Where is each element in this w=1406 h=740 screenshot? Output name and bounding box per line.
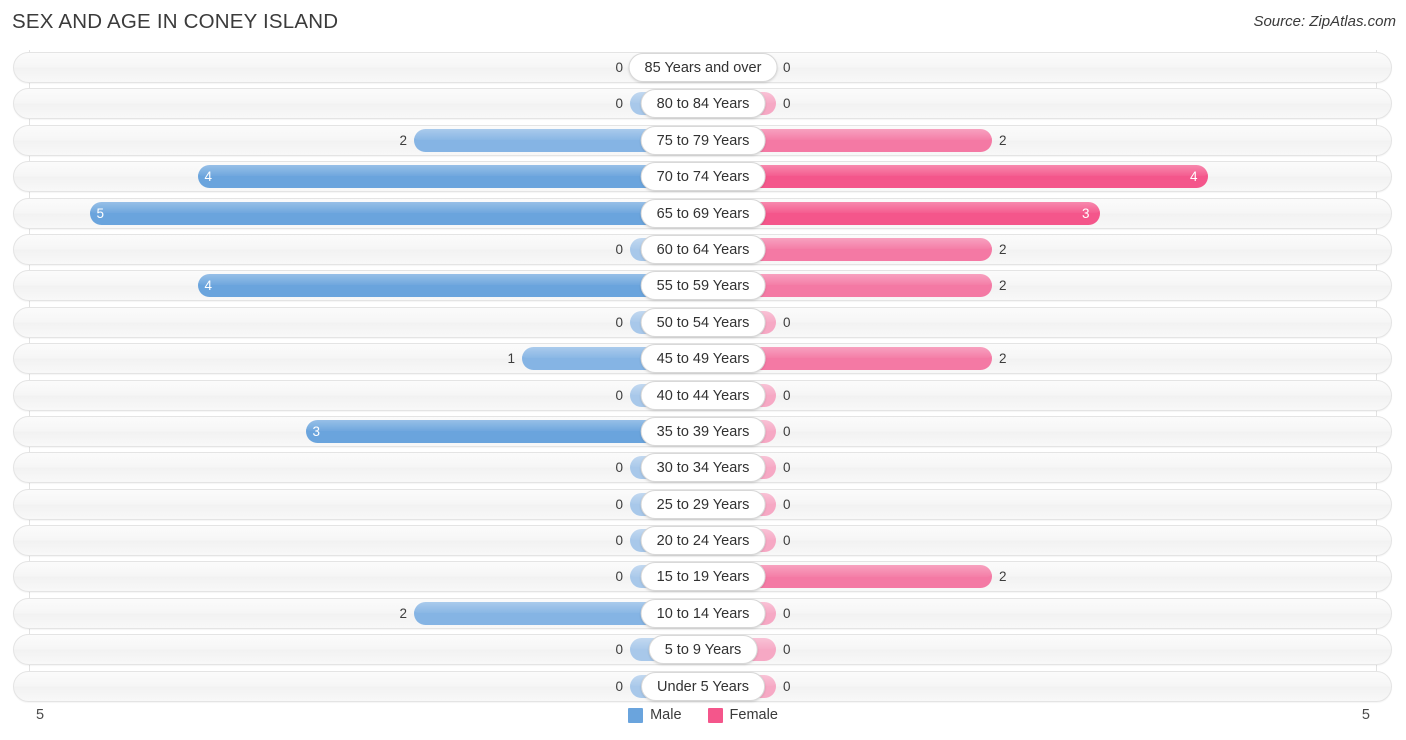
female-value-label: 2 bbox=[999, 132, 1007, 148]
age-group-label: 70 to 74 Years bbox=[640, 162, 766, 192]
male-value-label: 0 bbox=[615, 60, 623, 75]
male-value-label: 2 bbox=[399, 132, 407, 148]
age-group-label: Under 5 Years bbox=[641, 671, 765, 701]
age-group-row: 0 0 80 to 84 Years bbox=[0, 86, 1406, 122]
age-group-label: 20 to 24 Years bbox=[640, 526, 766, 556]
male-value-label: 0 bbox=[615, 496, 623, 512]
bar-highlight bbox=[90, 201, 703, 213]
male-value-label: 0 bbox=[615, 314, 623, 330]
legend-label-male: Male bbox=[650, 707, 682, 723]
bar-highlight bbox=[198, 165, 703, 177]
age-group-row: 2 2 75 to 79 Years bbox=[0, 123, 1406, 159]
age-group-label: 45 to 49 Years bbox=[640, 344, 766, 374]
male-value-label: 1 bbox=[507, 351, 515, 367]
age-group-label: 75 to 79 Years bbox=[640, 125, 766, 155]
male-value-label: 0 bbox=[615, 241, 623, 257]
age-group-row: 0 0 25 to 29 Years bbox=[0, 487, 1406, 523]
age-group-label: 65 to 69 Years bbox=[640, 198, 766, 228]
age-group-label: 35 to 39 Years bbox=[640, 416, 766, 446]
female-bar[interactable] bbox=[703, 165, 1208, 189]
chart-legend: Male Female bbox=[0, 707, 1406, 723]
legend-item-female[interactable]: Female bbox=[707, 707, 778, 723]
female-value-label: 0 bbox=[783, 642, 791, 658]
age-group-label: 5 to 9 Years bbox=[648, 635, 758, 665]
legend-item-male[interactable]: Male bbox=[628, 707, 682, 723]
female-value-label: 0 bbox=[783, 496, 791, 512]
age-group-row: 0 0 85 Years and over bbox=[0, 50, 1406, 86]
female-value-label: 0 bbox=[783, 533, 791, 549]
age-group-row: 0 0 30 to 34 Years bbox=[0, 450, 1406, 486]
age-group-row: 3 0 35 to 39 Years bbox=[0, 414, 1406, 450]
age-group-row: 0 0 20 to 24 Years bbox=[0, 523, 1406, 559]
legend-swatch-female-icon bbox=[707, 707, 723, 723]
female-value-label: 2 bbox=[999, 278, 1007, 294]
age-group-label: 60 to 64 Years bbox=[640, 234, 766, 264]
age-group-row: 5 3 65 to 69 Years bbox=[0, 196, 1406, 232]
age-group-row: 4 2 55 to 59 Years bbox=[0, 268, 1406, 304]
age-group-label: 25 to 29 Years bbox=[640, 489, 766, 519]
female-value-label: 4 bbox=[1190, 169, 1198, 185]
chart-footer: 5 5 Male Female bbox=[0, 703, 1406, 740]
male-value-label: 4 bbox=[204, 169, 212, 185]
male-value-label: 0 bbox=[615, 387, 623, 403]
age-group-label: 50 to 54 Years bbox=[640, 307, 766, 337]
age-group-label: 40 to 44 Years bbox=[640, 380, 766, 410]
age-group-row: 0 0 40 to 44 Years bbox=[0, 378, 1406, 414]
male-value-label: 0 bbox=[615, 96, 623, 112]
female-value-label: 0 bbox=[783, 314, 791, 330]
legend-label-female: Female bbox=[729, 707, 778, 723]
age-group-label: 15 to 19 Years bbox=[640, 562, 766, 592]
age-group-label: 80 to 84 Years bbox=[640, 89, 766, 119]
female-value-label: 0 bbox=[783, 387, 791, 403]
source-attribution: Source: ZipAtlas.com bbox=[1253, 13, 1396, 30]
male-value-label: 4 bbox=[204, 278, 212, 294]
male-bar[interactable] bbox=[198, 274, 703, 298]
male-value-label: 0 bbox=[615, 533, 623, 549]
age-group-row: 0 0 50 to 54 Years bbox=[0, 305, 1406, 341]
age-group-label: 30 to 34 Years bbox=[640, 453, 766, 483]
age-group-row: 2 0 10 to 14 Years bbox=[0, 596, 1406, 632]
age-group-row: 1 2 45 to 49 Years bbox=[0, 341, 1406, 377]
female-value-label: 2 bbox=[999, 569, 1007, 585]
female-value-label: 0 bbox=[783, 96, 791, 112]
female-value-label: 0 bbox=[783, 605, 791, 621]
male-value-label: 0 bbox=[615, 678, 623, 694]
chart-page: SEX AND AGE IN CONEY ISLAND Source: ZipA… bbox=[0, 0, 1406, 740]
age-group-row: 0 0 Under 5 Years bbox=[0, 669, 1406, 705]
bar-highlight bbox=[703, 165, 1208, 177]
female-value-label: 2 bbox=[999, 351, 1007, 367]
female-value-label: 0 bbox=[783, 678, 791, 694]
age-group-label: 55 to 59 Years bbox=[640, 271, 766, 301]
female-value-label: 2 bbox=[999, 241, 1007, 257]
age-group-label: 85 Years and over bbox=[628, 53, 778, 82]
female-value-label: 3 bbox=[1082, 205, 1090, 221]
age-group-row: 0 2 60 to 64 Years bbox=[0, 232, 1406, 268]
female-value-label: 0 bbox=[783, 460, 791, 476]
male-value-label: 0 bbox=[615, 569, 623, 585]
legend-swatch-male-icon bbox=[628, 707, 644, 723]
age-rows-container: 0 0 85 Years and over 0 0 80 to 84 Years 2 2 75 … bbox=[0, 50, 1406, 705]
male-value-label: 0 bbox=[615, 460, 623, 476]
male-bar[interactable] bbox=[198, 165, 703, 189]
population-pyramid-plot: 0 0 85 Years and over 0 0 80 to 84 Years 2 2 75 … bbox=[0, 50, 1406, 706]
male-bar[interactable] bbox=[90, 201, 703, 225]
male-value-label: 2 bbox=[399, 605, 407, 621]
page-title: SEX AND AGE IN CONEY ISLAND bbox=[12, 10, 339, 33]
male-value-label: 0 bbox=[615, 642, 623, 658]
age-group-row: 0 0 5 to 9 Years bbox=[0, 632, 1406, 668]
age-group-row: 4 4 70 to 74 Years bbox=[0, 159, 1406, 195]
age-group-row: 0 2 15 to 19 Years bbox=[0, 559, 1406, 595]
age-group-label: 10 to 14 Years bbox=[640, 598, 766, 628]
male-value-label: 5 bbox=[96, 205, 104, 221]
female-value-label: 0 bbox=[783, 60, 791, 75]
bar-highlight bbox=[198, 274, 703, 286]
male-value-label: 3 bbox=[312, 423, 320, 439]
chart-header: SEX AND AGE IN CONEY ISLAND Source: ZipA… bbox=[0, 0, 1406, 48]
female-value-label: 0 bbox=[783, 423, 791, 439]
